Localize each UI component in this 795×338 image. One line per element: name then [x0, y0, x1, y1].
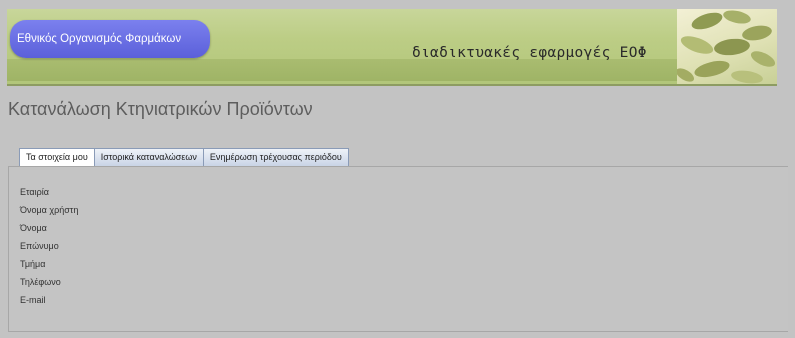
banner-stripe: [7, 59, 777, 81]
apps-title: διαδικτυακές εφαρμογές ΕΟΦ: [412, 45, 647, 61]
tab-update-current-period[interactable]: Ενημέρωση τρέχουσας περιόδου: [202, 148, 349, 167]
pill-shapes: [677, 10, 776, 84]
tab-bar: Τα στοιχεία μου Ιστορικά καταναλώσεων Εν…: [19, 148, 349, 167]
field-label-company: Εταιρία: [20, 187, 49, 197]
field-label-last-name: Επώνυμο: [20, 241, 59, 251]
header-banner: Εθνικός Οργανισμός Φαρμάκων διαδικτυακές…: [7, 9, 777, 86]
org-name-badge[interactable]: Εθνικός Οργανισμός Φαρμάκων: [10, 20, 210, 58]
field-label-email: E-mail: [20, 295, 46, 305]
field-label-first-name: Όνομα: [20, 223, 47, 233]
field-label-username: Όνομα χρήστη: [20, 205, 79, 215]
field-label-department: Τμήμα: [20, 259, 46, 269]
details-panel: Εταιρία Όνομα χρήστη Όνομα Επώνυμο Τμήμα…: [8, 166, 788, 332]
field-list: Εταιρία Όνομα χρήστη Όνομα Επώνυμο Τμήμα…: [20, 183, 78, 309]
pills-image: [677, 9, 777, 84]
field-label-phone: Τηλέφωνο: [20, 277, 61, 287]
tab-consumption-history[interactable]: Ιστορικά καταναλώσεων: [93, 148, 204, 167]
tab-my-details[interactable]: Τα στοιχεία μου: [19, 148, 95, 167]
page-title: Κατανάλωση Κτηνιατρικών Προϊόντων: [8, 99, 313, 119]
